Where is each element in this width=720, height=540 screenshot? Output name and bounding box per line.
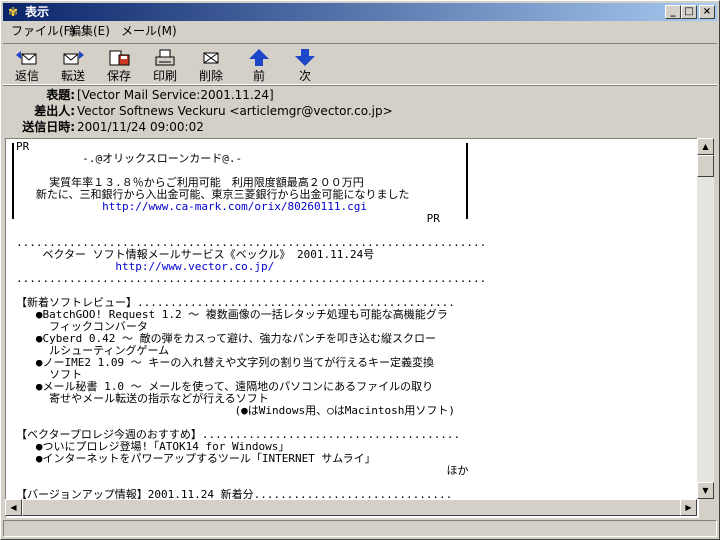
print-label: 印刷 — [152, 69, 177, 83]
delete-label: 削除 — [198, 69, 223, 83]
print-icon — [155, 49, 175, 66]
message-body-text: PR -.@オリックスローンカード@.- 実質年率１３.８％からご利用可能 利用… — [16, 141, 486, 513]
from-row: 差出人: — [3, 103, 75, 119]
mail-viewer-window: ✾ 表示 _ □ × ファイル(F) 編集(E) メール(M) 返信 転送 保存… — [0, 0, 720, 540]
down-arrow-icon — [295, 49, 315, 66]
delete-icon — [203, 52, 219, 64]
close-button[interactable]: × — [699, 5, 715, 19]
scroll-up-button[interactable]: ▲ — [697, 138, 714, 155]
delete-button[interactable]: 削除 — [191, 48, 231, 84]
message-body[interactable]: PR -.@オリックスローンカード@.- 実質年率１３.８％からご利用可能 利用… — [5, 138, 699, 518]
forward-button[interactable]: 転送 — [53, 48, 93, 84]
menu-file[interactable]: ファイル(F) — [11, 24, 75, 39]
reply-icon — [16, 51, 37, 65]
app-icon: ✾ — [7, 5, 19, 19]
body-line: ほか — [16, 464, 469, 477]
next-button[interactable]: 次 — [285, 48, 325, 84]
menu-mail[interactable]: メール(M) — [121, 24, 177, 39]
forward-label: 転送 — [60, 69, 85, 83]
scroll-down-button[interactable]: ▼ — [697, 482, 714, 499]
subject-label: 表題: — [46, 88, 75, 102]
forward-icon — [63, 51, 84, 65]
previous-button[interactable]: 前 — [239, 48, 279, 84]
previous-label: 前 — [252, 69, 265, 83]
next-label: 次 — [298, 69, 311, 83]
menu-edit[interactable]: 編集(E) — [69, 24, 110, 39]
minimize-button[interactable]: _ — [665, 5, 681, 19]
menu-bar: ファイル(F) 編集(E) メール(M) — [3, 22, 717, 41]
window-title: 表示 — [25, 5, 50, 19]
body-line: ........................................… — [16, 272, 487, 285]
horizontal-scrollbar[interactable]: ◀ ▶ — [5, 499, 697, 516]
body-line: (●はWindows用、○はMacintosh用ソフト) — [16, 404, 455, 417]
save-label: 保存 — [106, 69, 131, 83]
date-row: 送信日時: — [3, 119, 75, 135]
date-value: 2001/11/24 09:00:02 — [77, 120, 204, 134]
up-arrow-icon — [249, 49, 269, 66]
scroll-thumb[interactable] — [697, 155, 714, 177]
maximize-button[interactable]: □ — [681, 5, 697, 19]
scroll-right-button[interactable]: ▶ — [680, 499, 697, 516]
vertical-scrollbar[interactable]: ▲ ▼ — [697, 138, 714, 499]
status-bar — [3, 520, 717, 537]
save-icon — [109, 50, 130, 66]
title-bar[interactable]: ✾ 表示 _ □ × — [3, 3, 717, 21]
body-line: PR — [16, 212, 440, 225]
scroll-left-button[interactable]: ◀ — [5, 499, 22, 516]
save-button[interactable]: 保存 — [99, 48, 139, 84]
subject-row: 表題: — [3, 87, 75, 103]
date-label: 送信日時: — [22, 120, 75, 134]
reply-label: 返信 — [14, 69, 39, 83]
from-label: 差出人: — [34, 104, 75, 118]
toolbar: 返信 転送 保存 印刷 削除 前 次 — [3, 43, 717, 85]
message-header: 表題: [Vector Mail Service:2001.11.24] 差出人… — [3, 85, 717, 136]
from-value: Vector Softnews Veckuru <articlemgr@vect… — [77, 104, 393, 118]
horizontal-scroll-thumb[interactable] — [22, 499, 682, 516]
print-button[interactable]: 印刷 — [145, 48, 185, 84]
body-line: ●ノーIME2 1.09 〜 キーの入れ替えや文字列の割り当てが行えるキー定義変… — [16, 356, 435, 369]
reply-button[interactable]: 返信 — [7, 48, 47, 84]
body-line: -.@オリックスローンカード@.- — [16, 152, 243, 165]
subject-value: [Vector Mail Service:2001.11.24] — [77, 88, 274, 102]
